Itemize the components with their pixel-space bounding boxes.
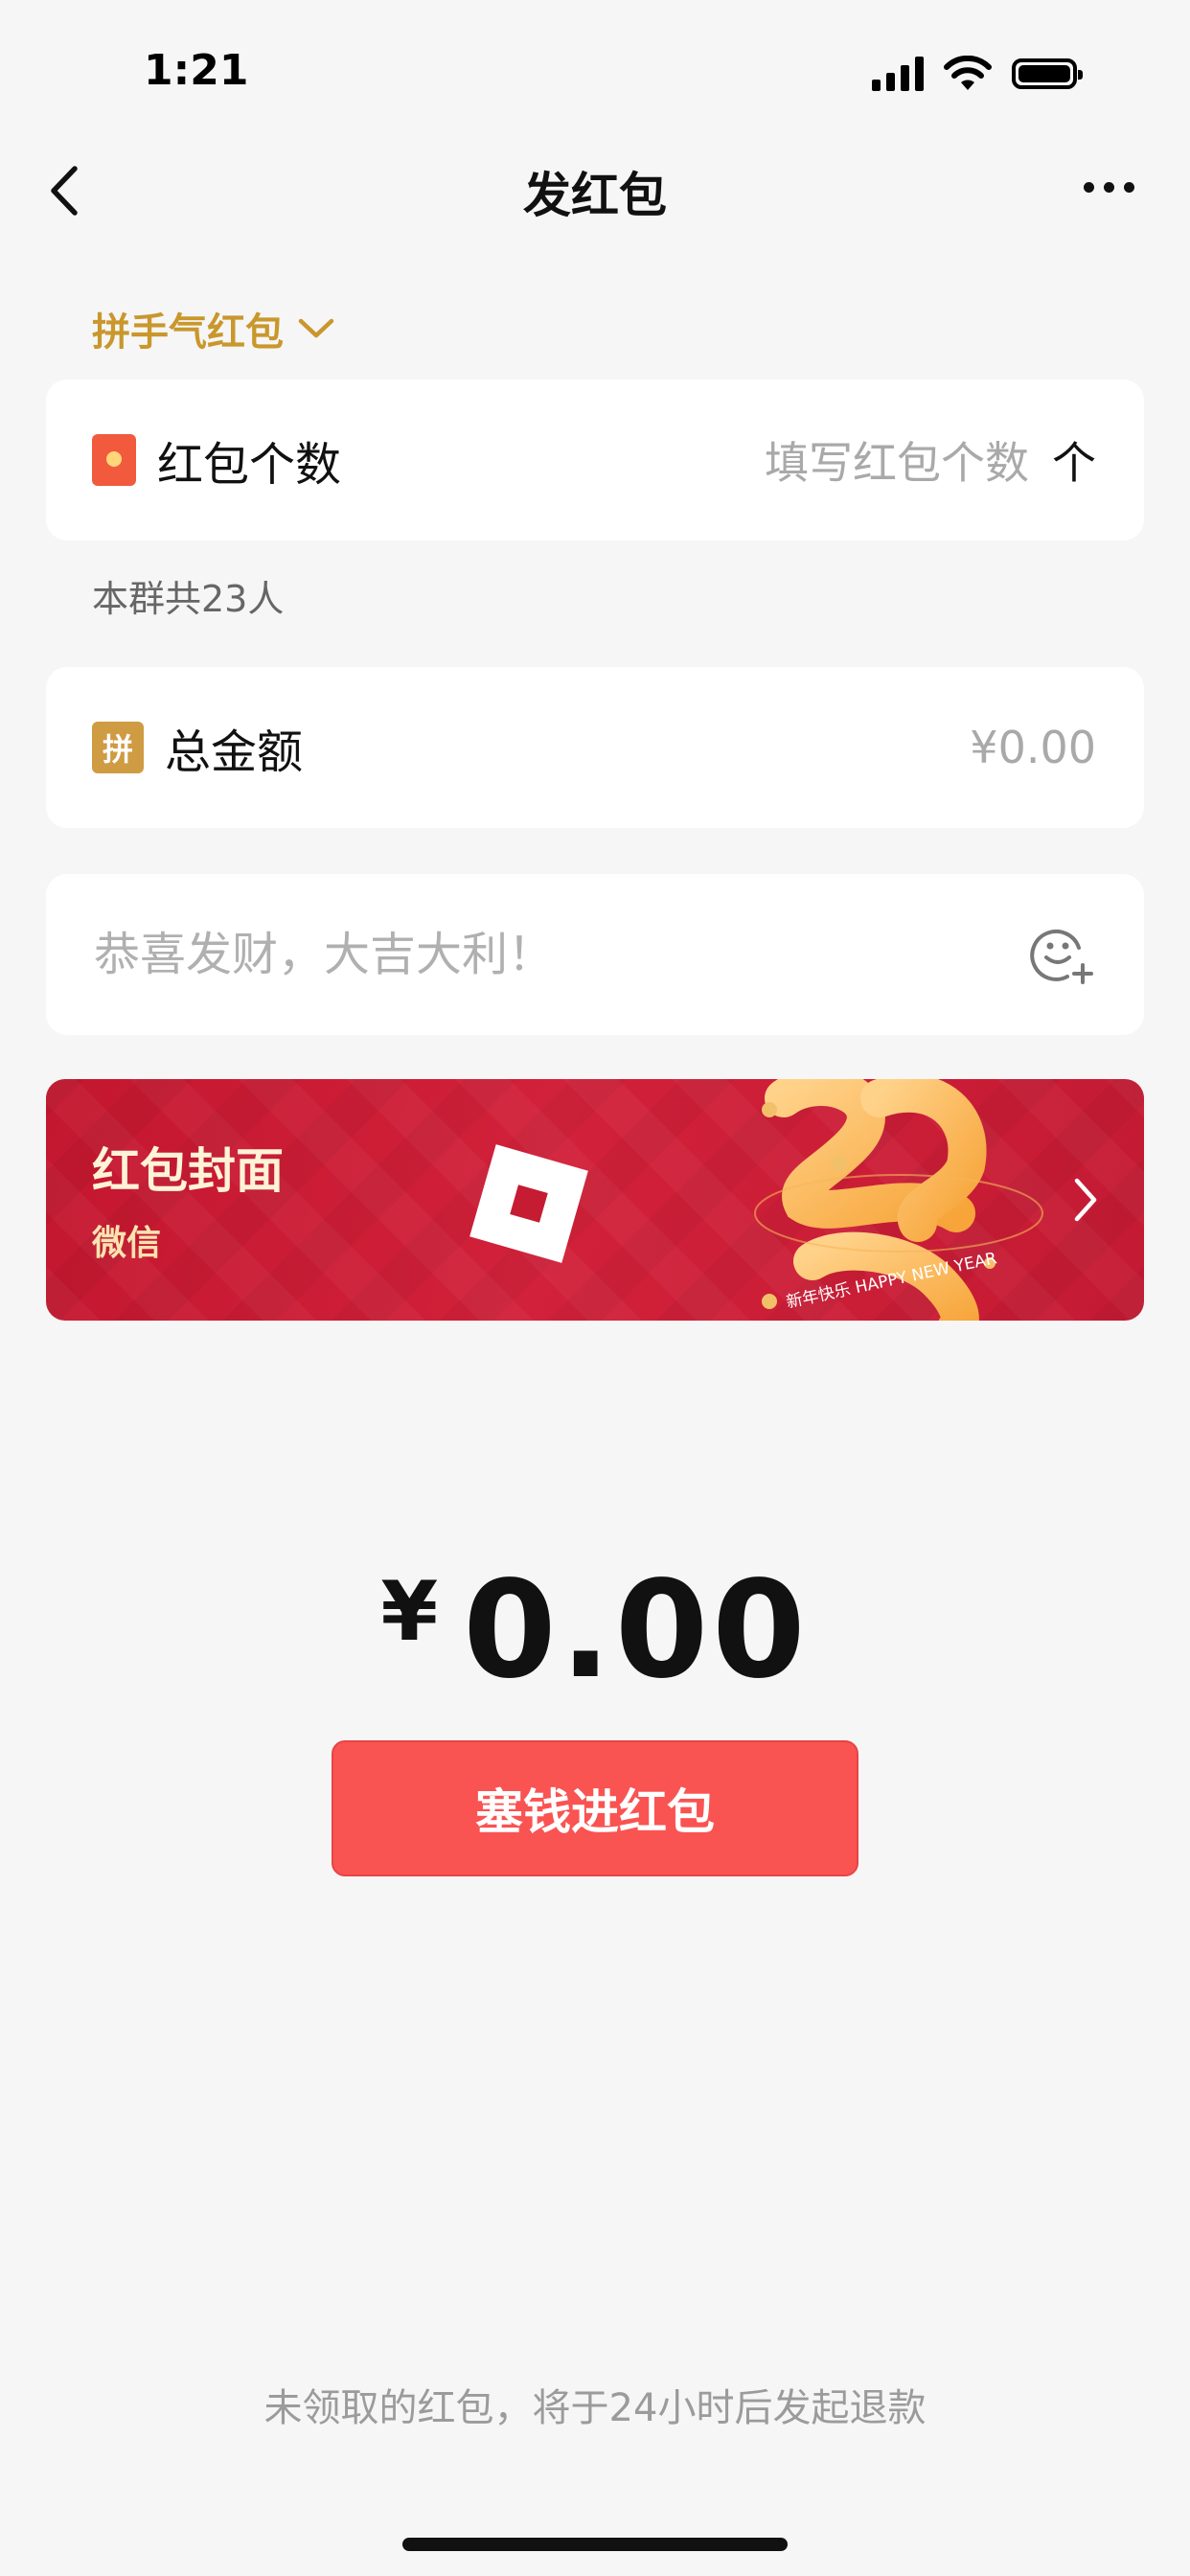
amount-value: 0.00 [463, 1552, 810, 1709]
put-money-button[interactable]: 塞钱进红包 [332, 1740, 858, 1876]
amount-currency: ¥ [380, 1564, 439, 1660]
blessing-input[interactable] [92, 927, 958, 982]
cellular-signal-icon [872, 57, 924, 91]
red-packet-icon [92, 434, 136, 486]
status-icons [872, 56, 1083, 92]
cover-title: 红包封面 [92, 1143, 284, 1199]
chevron-right-icon [1074, 1178, 1097, 1222]
packet-count-unit: 个 [1052, 437, 1096, 489]
emoji-add-icon[interactable] [1029, 921, 1096, 988]
total-amount-label: 总金额 [165, 725, 304, 779]
more-options-icon[interactable] [1084, 182, 1134, 193]
packet-count-input[interactable]: 填写红包个数 [765, 428, 1029, 492]
packet-count-label: 红包个数 [157, 438, 342, 492]
packet-count-card[interactable]: 红包个数 填写红包个数 个 [46, 380, 1144, 540]
group-member-count: 本群共23人 [92, 578, 285, 620]
wifi-icon [944, 56, 992, 90]
amount-display: ¥0.00 [0, 1552, 1190, 1709]
packet-type-label: 拼手气红包 [92, 310, 284, 355]
total-amount-input[interactable]: ¥0.00 [970, 722, 1096, 773]
new-year-artwork: 新年快乐 HAPPY NEW YEAR [754, 1079, 1043, 1321]
packet-cover-banner[interactable]: 红包封面 微信 新年快乐 HAPPY NEW YEAR [46, 1079, 1144, 1321]
cover-subtitle: 微信 [92, 1224, 162, 1263]
status-time: 1:21 [144, 46, 249, 95]
page-title: 发红包 [523, 168, 667, 223]
battery-icon [1012, 58, 1083, 89]
lucky-packet-icon: 拼 [92, 722, 144, 773]
refund-note: 未领取的红包，将于24小时后发起退款 [263, 2386, 927, 2430]
chevron-down-icon [298, 318, 334, 338]
packet-type-selector[interactable]: 拼手气红包 [92, 301, 335, 356]
total-amount-card[interactable]: 拼 总金额 ¥0.00 [46, 667, 1144, 828]
send-red-packet-page: 1:21 发红包 拼手气红包 红包个数 填写红包个数 个 本群共23人 拼 总金… [0, 0, 1190, 2576]
home-indicator[interactable] [402, 2538, 788, 2551]
blessing-card[interactable] [46, 874, 1144, 1035]
